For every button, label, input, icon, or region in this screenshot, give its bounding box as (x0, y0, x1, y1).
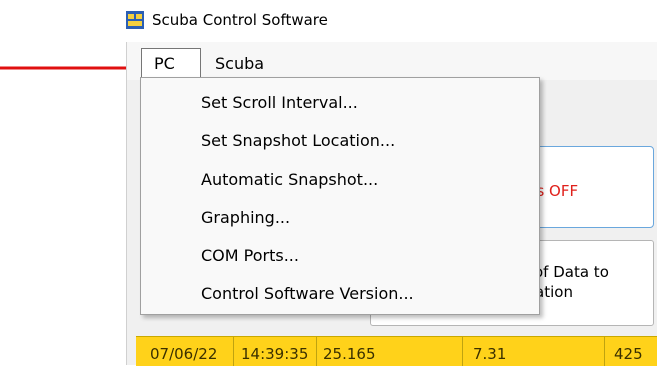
cell-value2: 7.31 (473, 345, 507, 363)
menu-item-set-snapshot-location[interactable]: Set Snapshot Location... (201, 131, 395, 150)
title-bar: Scuba Control Software (126, 8, 328, 32)
menu-item-automatic-snapshot[interactable]: Automatic Snapshot... (201, 170, 378, 189)
menu-pc-label: PC (154, 54, 175, 73)
cell-date: 07/06/22 (150, 345, 218, 363)
app-icon (126, 11, 144, 29)
menu-item-set-scroll-interval[interactable]: Set Scroll Interval... (201, 93, 358, 112)
menu-scuba[interactable]: Scuba (215, 48, 264, 78)
menu-item-com-ports[interactable]: COM Ports... (201, 246, 299, 265)
menu-bar: PC Scuba (127, 42, 657, 80)
column-divider (233, 337, 234, 366)
pc-dropdown-menu: Set Scroll Interval... Set Snapshot Loca… (140, 77, 540, 315)
column-divider (604, 337, 605, 366)
cell-value3: 425 (614, 345, 643, 363)
window-title: Scuba Control Software (152, 11, 328, 29)
menu-scuba-label: Scuba (215, 53, 265, 73)
column-divider (462, 337, 463, 366)
menu-item-control-software-version[interactable]: Control Software Version... (201, 284, 414, 303)
column-divider (316, 337, 317, 366)
cell-time: 14:39:35 (241, 345, 309, 363)
menu-pc[interactable]: PC (141, 48, 201, 78)
table-row[interactable]: 07/06/22 14:39:35 25.165 7.31 425 (136, 336, 657, 366)
cell-value1: 25.165 (323, 345, 376, 363)
menu-item-graphing[interactable]: Graphing... (201, 208, 290, 227)
